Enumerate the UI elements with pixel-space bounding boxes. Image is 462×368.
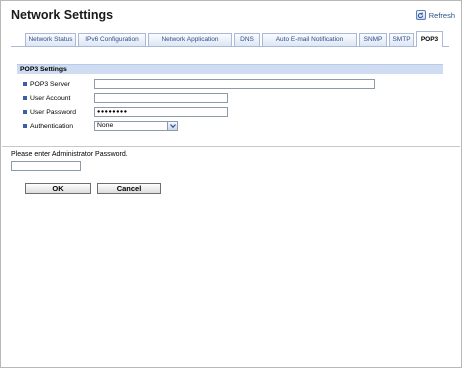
user-password-input[interactable]: ●●●●●●●● [94,107,228,117]
authentication-selected-value: None [97,122,114,129]
user-password-row: User Password [23,107,93,117]
section-header-pop3-settings: POP3 Settings [17,64,443,74]
settings-page: Network Settings Refresh Network Status … [0,0,462,368]
authentication-label: Authentication [30,122,74,130]
tab-network-application[interactable]: Network Application [148,33,232,46]
authentication-row: Authentication [23,121,93,131]
bullet-icon [23,110,27,114]
admin-password-prompt: Please enter Administrator Password. [11,151,128,158]
tab-dns[interactable]: DNS [234,33,260,46]
bullet-icon [23,82,27,86]
tab-pop3[interactable]: POP3 [416,31,443,47]
refresh-label: Refresh [428,10,455,20]
admin-password-input[interactable] [11,161,81,171]
bullet-icon [23,124,27,128]
tab-smtp[interactable]: SMTP [389,33,414,46]
divider [2,146,460,147]
user-account-label: User Account [30,94,71,102]
authentication-select[interactable]: None [94,121,178,131]
refresh-link[interactable]: Refresh [415,10,455,20]
tab-network-status[interactable]: Network Status [25,33,76,46]
pop3-server-input[interactable] [94,79,375,89]
chevron-down-icon[interactable] [167,122,177,130]
ok-button[interactable]: OK [25,183,91,194]
user-account-row: User Account [23,93,93,103]
user-password-label: User Password [30,108,77,116]
pop3-server-label: POP3 Server [30,80,71,88]
tab-auto-email-notification[interactable]: Auto E-mail Notification [262,33,357,46]
bullet-icon [23,96,27,100]
cancel-button[interactable]: Cancel [97,183,161,194]
page-title: Network Settings [11,8,114,22]
pop3-server-row: POP3 Server [23,79,93,89]
tab-ipv6-configuration[interactable]: IPv6 Configuration [78,33,146,46]
tab-bar: Network Status IPv6 Configuration Networ… [11,31,449,47]
user-account-input[interactable] [94,93,228,103]
tab-snmp[interactable]: SNMP [359,33,387,46]
refresh-icon [415,10,426,20]
